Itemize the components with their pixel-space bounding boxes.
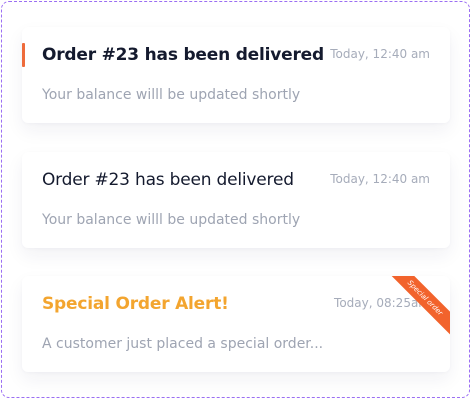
notification-item-unread[interactable]: Order #23 has been delivered Today, 12:4… <box>22 27 450 123</box>
notification-title: Order #23 has been delivered <box>42 170 294 190</box>
notification-time: Today, 12:40 am <box>330 47 430 61</box>
notification-time: Today, 12:40 am <box>330 172 430 186</box>
notification-message: A customer just placed a special order..… <box>42 336 324 352</box>
notification-item[interactable]: Order #23 has been delivered Today, 12:4… <box>22 152 450 248</box>
notification-message: Your balance willl be updated shortly <box>42 87 301 103</box>
notification-title: Special Order Alert! <box>42 294 229 314</box>
unread-indicator <box>22 43 25 67</box>
notification-title: Order #23 has been delivered <box>42 45 324 65</box>
notification-message: Your balance willl be updated shortly <box>42 212 301 228</box>
notification-item-special-order[interactable]: Special Order Alert! Today, 08:25am A cu… <box>22 276 450 372</box>
